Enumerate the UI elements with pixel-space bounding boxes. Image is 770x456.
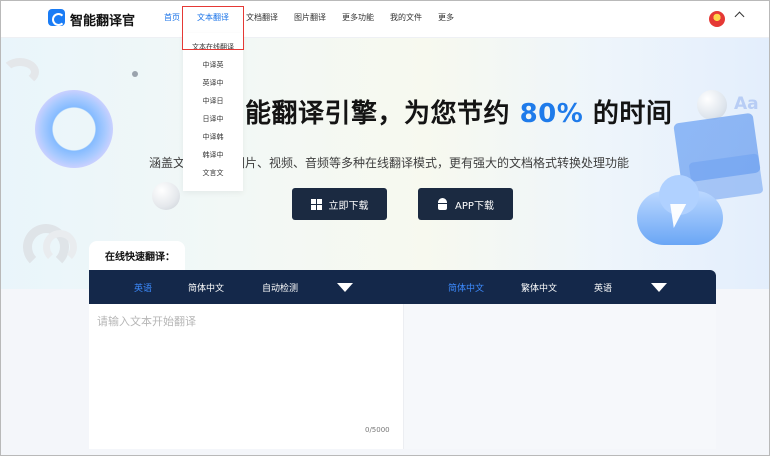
target-lang-simplified-chinese[interactable]: 简体中文	[448, 281, 484, 294]
source-text-input[interactable]	[97, 313, 393, 413]
dropdown-item-zh-ja[interactable]: 中译日	[183, 96, 243, 106]
decorative-ring	[1, 58, 39, 86]
android-icon	[437, 198, 448, 210]
download-app-label: APP下载	[455, 200, 494, 212]
nav-image-translate[interactable]: 图片翻译	[294, 12, 326, 23]
quick-translate-title: 在线快速翻译：	[105, 252, 175, 263]
dropdown-item-zh-en[interactable]: 中译英	[183, 60, 243, 70]
decorative-arc	[43, 230, 77, 264]
target-lang-english[interactable]: 英语	[594, 281, 612, 294]
dropdown-item-en-zh[interactable]: 英译中	[183, 78, 243, 88]
user-avatar[interactable]	[709, 11, 725, 27]
app-logo-icon[interactable]	[48, 9, 65, 26]
nav-more[interactable]: 更多	[438, 12, 454, 23]
dropdown-item-zh-ko[interactable]: 中译韩	[183, 132, 243, 142]
nav-home[interactable]: 首页	[164, 12, 180, 23]
nav-more-features[interactable]: 更多功能	[342, 12, 374, 23]
download-windows-button[interactable]: 立即下载	[292, 188, 387, 220]
decorative-glass-ring	[19, 74, 129, 184]
windows-icon	[310, 198, 322, 210]
top-nav: 智能翻译官 首页 文本翻译 文档翻译 图片翻译 更多功能 我的文件 更多	[1, 1, 769, 38]
chevron-up-icon[interactable]	[734, 11, 745, 22]
decorative-sphere	[152, 182, 180, 210]
brand-name[interactable]: 智能翻译官	[70, 10, 135, 29]
hero-title-percent: 80%	[519, 99, 584, 129]
character-counter: 0/5000	[365, 426, 390, 434]
source-lang-auto-detect[interactable]: 自动检测	[262, 281, 298, 294]
text-translate-dropdown: 文本在线翻译 中译英 英译中 中译日 日译中 中译韩 韩译中 文言文	[183, 33, 243, 191]
source-lang-simplified-chinese[interactable]: 简体中文	[188, 281, 224, 294]
target-pane	[403, 304, 716, 449]
hero-title: 能翻译引擎，为您节约 80% 的时间	[245, 99, 673, 129]
language-bar: 英语 简体中文 自动检测 简体中文 繁体中文 英语	[89, 270, 716, 304]
decorative-dot	[132, 71, 138, 77]
dropdown-item-ko-zh[interactable]: 韩译中	[183, 150, 243, 160]
nav-document-translate[interactable]: 文档翻译	[246, 12, 278, 23]
target-lang-dropdown-icon[interactable]	[651, 283, 667, 292]
dropdown-item-classical-chinese[interactable]: 文言文	[183, 168, 243, 178]
target-lang-traditional-chinese[interactable]: 繁体中文	[521, 281, 557, 294]
highlight-box	[182, 6, 244, 50]
download-windows-label: 立即下载	[328, 200, 369, 212]
source-lang-english[interactable]: 英语	[134, 281, 152, 294]
decorative-orb	[697, 90, 727, 120]
dropdown-item-ja-zh[interactable]: 日译中	[183, 114, 243, 124]
app-frame: 智能翻译官 首页 文本翻译 文档翻译 图片翻译 更多功能 我的文件 更多 Aa …	[0, 0, 770, 456]
source-lang-dropdown-icon[interactable]	[337, 283, 353, 292]
nav-my-files[interactable]: 我的文件	[390, 12, 422, 23]
download-app-button[interactable]: APP下载	[418, 188, 513, 220]
decorative-aa-text: Aa	[734, 94, 759, 114]
